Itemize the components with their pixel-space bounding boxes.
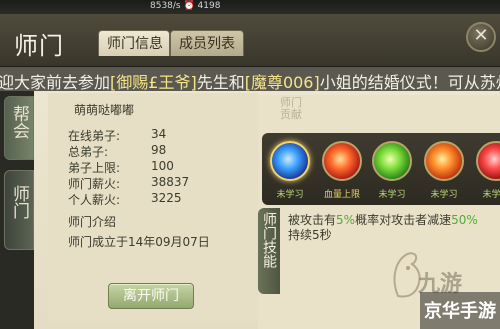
sect-founded-text: 师门成立于14年09月07日 bbox=[68, 235, 210, 249]
side-tab-gang-label: 帮会 bbox=[9, 105, 29, 139]
status-strip bbox=[0, 0, 500, 14]
tab-sect-info[interactable]: 师门信息 bbox=[98, 30, 170, 56]
marquee-bride-name: [魔尊006] bbox=[244, 73, 320, 91]
watermark-bottom: 京华手游 bbox=[424, 301, 496, 322]
skill-desc-part: 被攻击有 bbox=[288, 213, 337, 227]
side-tab-gang[interactable]: 帮会 bbox=[4, 96, 34, 160]
sect-skill-tab-label: 师门技能 bbox=[261, 212, 277, 268]
info-value-total: 98 bbox=[151, 143, 167, 157]
flame-skill-icon[interactable] bbox=[424, 141, 464, 181]
skill-label: 未学习 bbox=[276, 190, 304, 200]
marquee-part: 先生和 bbox=[196, 73, 245, 91]
info-label-personal-fire: 个人薪火: bbox=[68, 193, 121, 207]
info-label-sect-fire: 师门薪火: bbox=[68, 177, 121, 191]
close-button[interactable]: ✕ bbox=[466, 22, 496, 52]
skill-label: 未学习 bbox=[482, 190, 500, 200]
close-icon: ✕ bbox=[473, 25, 489, 46]
fire-skill-icon[interactable] bbox=[322, 141, 362, 181]
info-value-limit: 100 bbox=[151, 159, 174, 173]
marquee-text: 迎大家前去参加[御赐£王爷]先生和[魔尊006]小姐的结婚仪式！可从苏州前往 bbox=[0, 69, 500, 91]
info-label-limit: 弟子上限: bbox=[68, 161, 121, 175]
skill-desc-slow: 50% bbox=[451, 213, 478, 227]
title-bar bbox=[0, 14, 500, 67]
sect-skill-tab[interactable]: 师门技能 bbox=[258, 208, 280, 294]
info-value-sect-fire: 38837 bbox=[151, 175, 190, 189]
skill-desc-chance: 5% bbox=[336, 213, 356, 227]
tab-member-list[interactable]: 成员列表 bbox=[170, 30, 244, 56]
side-tab-sect[interactable]: 师门 bbox=[4, 170, 34, 250]
leave-sect-button[interactable]: 离开师门 bbox=[108, 283, 194, 309]
marquee-groom-name: [御赐£王爷] bbox=[110, 73, 197, 91]
water-skill-icon[interactable] bbox=[270, 141, 310, 181]
sect-intro-label: 师门介绍 bbox=[68, 215, 117, 229]
side-tab-sect-label: 师门 bbox=[9, 185, 29, 219]
info-value-personal-fire: 3225 bbox=[151, 191, 182, 205]
system-marquee: 迎大家前去参加[御赐£王爷]先生和[魔尊006]小姐的结婚仪式！可从苏州前往 bbox=[0, 67, 500, 91]
info-label-total: 总弟子: bbox=[68, 145, 109, 159]
marquee-part: 迎大家前去参加 bbox=[0, 73, 111, 91]
skill-label: 血量上限 bbox=[323, 190, 360, 200]
marquee-part: 小姐的结婚仪式！可从苏州前往 bbox=[319, 73, 500, 91]
page-title: 师门 bbox=[14, 32, 64, 60]
info-value-online: 34 bbox=[151, 127, 167, 141]
skill-label: 未学习 bbox=[378, 190, 406, 200]
info-label-online: 在线弟子: bbox=[68, 129, 121, 143]
status-text: 8538/s ⏰ 4198 bbox=[150, 1, 221, 11]
contribution-ghost-label: 师门 贡献 bbox=[280, 96, 302, 121]
skill-desc-part: 概率对攻击者减速 bbox=[355, 213, 452, 227]
leaf-skill-icon[interactable] bbox=[372, 141, 412, 181]
skill-duration: 持续5秒 bbox=[288, 228, 332, 242]
sect-leader-name: 萌萌哒嘟嘟 bbox=[74, 103, 135, 117]
skill-label: 未学习 bbox=[430, 190, 458, 200]
